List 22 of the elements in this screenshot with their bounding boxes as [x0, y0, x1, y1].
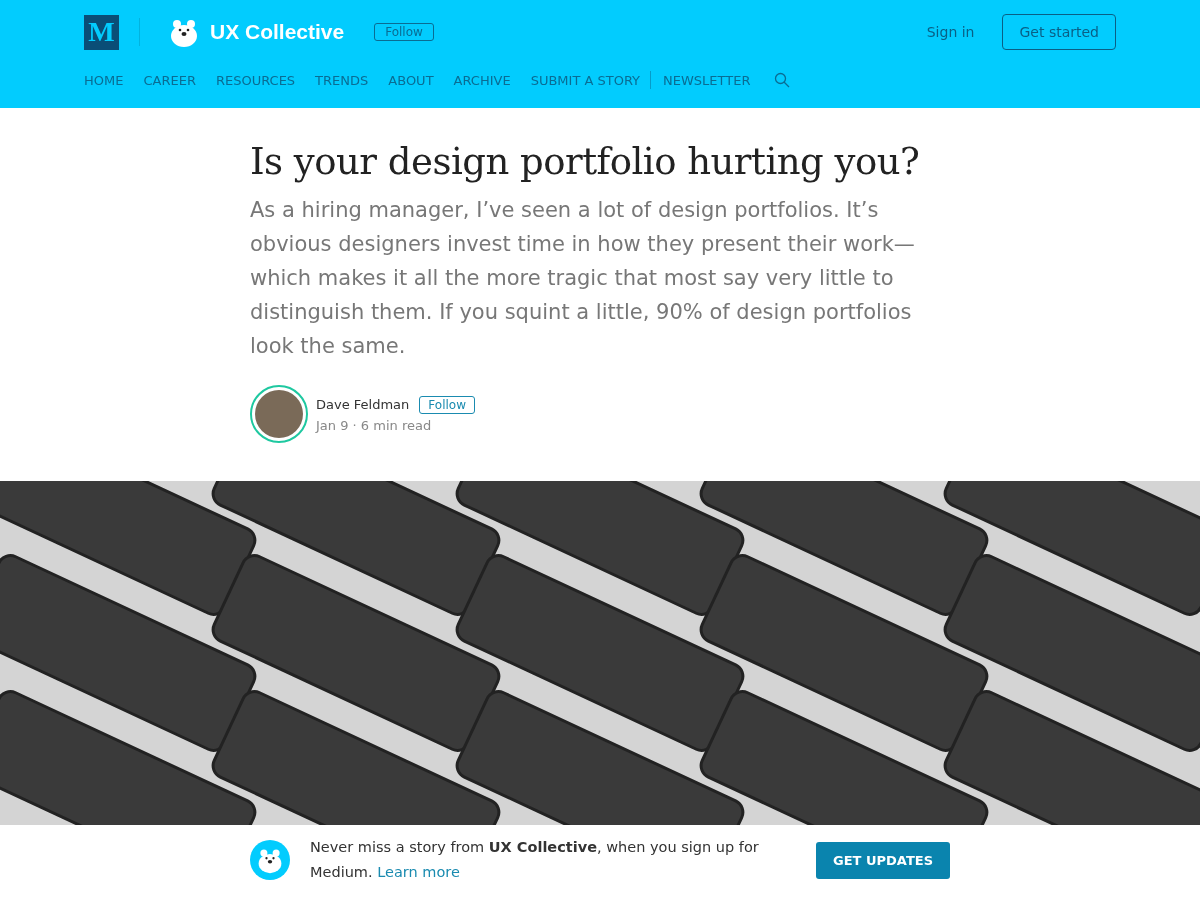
article-title: Is your design portfolio hurting you?: [250, 140, 921, 183]
sign-in-link[interactable]: Sign in: [926, 24, 975, 40]
article-meta: Jan 9 · 6 min read: [316, 417, 433, 433]
publication-name[interactable]: UX Collective: [210, 20, 345, 44]
nav-link[interactable]: HOME: [84, 72, 124, 88]
nav-link[interactable]: NEWSLETTER: [663, 72, 751, 88]
nav-link[interactable]: SUBMIT A STORY: [530, 72, 641, 88]
follow-button[interactable]: Follow: [419, 395, 475, 414]
nav-link[interactable]: ARCHIVE: [453, 72, 511, 88]
nav-link[interactable]: TRENDS: [315, 72, 369, 88]
learn-more-link[interactable]: Learn more: [377, 864, 460, 880]
signup-message: Never miss a story from UX Collective, when you sign up for Medium. Learn more: [310, 838, 760, 882]
get-started-button[interactable]: Get started: [1002, 14, 1116, 50]
follow-button[interactable]: Follow: [374, 23, 434, 41]
get-updates-button[interactable]: GET UPDATES: [816, 841, 950, 879]
nav-link[interactable]: CAREER: [143, 72, 196, 88]
nav-link[interactable]: ABOUT: [388, 72, 434, 88]
article-subtitle: As a hiring manager, I’ve seen a lot of design portfolios. It’s obvious designers invest time in how they present their work—which makes it all the more tragic that most say very little to distinguish them. If you squint a little, 90% of design portfolios look the same.: [250, 197, 916, 360]
author-name[interactable]: Dave Feldman: [316, 397, 410, 412]
nav-link[interactable]: RESOURCES: [215, 72, 296, 88]
medium-logo[interactable]: M: [84, 14, 119, 50]
search-icon[interactable]: [774, 72, 791, 88]
